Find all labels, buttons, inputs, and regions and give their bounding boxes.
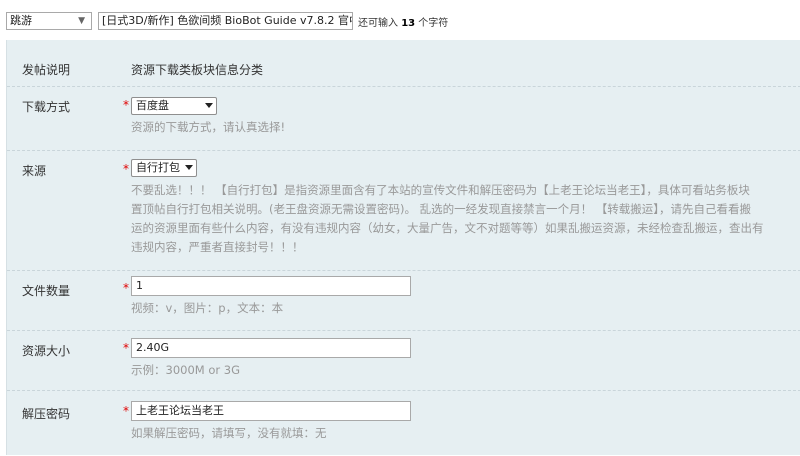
file-count-value: 1 bbox=[136, 279, 143, 292]
source-hint-line: 不要乱选！！！ 【自行打包】是指资源里面含有了本站的宣传文件和解压密码为【上老王… bbox=[131, 183, 750, 197]
required-mark: * bbox=[123, 162, 129, 176]
resource-size-value: 2.40G bbox=[136, 341, 170, 354]
description-value: 资源下载类板块信息分类 bbox=[131, 63, 264, 77]
password-hint: 如果解压密码，请填写，没有就填：无 bbox=[131, 426, 327, 440]
chevron-down-icon bbox=[185, 165, 193, 170]
row-password: 解压密码 * 上老王论坛当老王 如果解压密码，请填写，没有就填：无 bbox=[7, 390, 800, 456]
post-form-panel: 发帖说明 资源下载类板块信息分类 下载方式 * 百度盘 资源的下载方式，请认真选… bbox=[6, 40, 800, 455]
resource-size-hint: 示例：3000M or 3G bbox=[131, 363, 240, 377]
row-source: 来源 * 自行打包 不要乱选！！！ 【自行打包】是指资源里面含有了本站的宣传文件… bbox=[7, 150, 800, 271]
source-hint-line: 运的资源里面有些什么内容，有没有违规内容（幼女，大量广告，文不对题等等）如果乱搬… bbox=[131, 221, 764, 235]
download-method-selected: 百度盘 bbox=[136, 99, 169, 112]
source-hint-line: 置顶帖自行打包相关说明。(老王盘资源无需设置密码)。 乱选的一经发现直接禁言一个… bbox=[131, 202, 752, 216]
char-count-hint: 还可输入 13 个字符 bbox=[358, 14, 448, 29]
required-mark: * bbox=[123, 98, 129, 112]
char-hint-prefix: 还可输入 bbox=[358, 18, 398, 29]
file-count-label: 文件数量 bbox=[22, 284, 71, 298]
post-topbar: 跳游 ▼ [日式3D/新作] 色欲间频 BioBot Guide v7.8.2 … bbox=[0, 0, 800, 40]
download-method-hint: 资源的下载方式，请认真选择! bbox=[131, 120, 286, 134]
row-download-method: 下载方式 * 百度盘 资源的下载方式，请认真选择! bbox=[7, 86, 800, 151]
file-count-hint: 视频：v，图片：p，文本：本 bbox=[131, 301, 284, 315]
char-hint-suffix: 个字符 bbox=[418, 18, 449, 29]
chevron-down-icon: ▼ bbox=[78, 16, 85, 26]
chevron-down-icon bbox=[205, 103, 213, 108]
row-description: 发帖说明 资源下载类板块信息分类 bbox=[7, 40, 800, 86]
title-input-value: [日式3D/新作] 色欲间频 BioBot Guide v7.8.2 官中步兵版 bbox=[102, 14, 352, 27]
source-label: 来源 bbox=[22, 164, 47, 178]
row-file-count: 文件数量 * 1 视频：v，图片：p，文本：本 bbox=[7, 270, 800, 331]
resource-size-label: 资源大小 bbox=[22, 344, 71, 358]
source-selected: 自行打包 bbox=[136, 161, 180, 174]
password-input[interactable]: 上老王论坛当老王 bbox=[131, 401, 411, 421]
password-value: 上老王论坛当老王 bbox=[136, 404, 224, 417]
description-label: 发帖说明 bbox=[22, 63, 71, 77]
char-hint-count: 13 bbox=[401, 18, 416, 29]
row-resource-size: 资源大小 * 2.40G 示例：3000M or 3G bbox=[7, 330, 800, 391]
source-select[interactable]: 自行打包 bbox=[131, 159, 197, 177]
resource-size-input[interactable]: 2.40G bbox=[131, 338, 411, 358]
title-input[interactable]: [日式3D/新作] 色欲间频 BioBot Guide v7.8.2 官中步兵版 bbox=[98, 12, 353, 30]
password-label: 解压密码 bbox=[22, 407, 71, 421]
required-mark: * bbox=[123, 341, 129, 355]
file-count-input[interactable]: 1 bbox=[131, 276, 411, 296]
download-method-select[interactable]: 百度盘 bbox=[131, 97, 217, 115]
category-select-value: 跳游 bbox=[10, 14, 32, 27]
download-method-label: 下载方式 bbox=[22, 100, 71, 114]
source-hint-line: 违规内容，严重者直接封号！！！ bbox=[131, 240, 304, 254]
required-mark: * bbox=[123, 281, 129, 295]
required-mark: * bbox=[123, 404, 129, 418]
category-select[interactable]: 跳游 ▼ bbox=[6, 12, 92, 30]
